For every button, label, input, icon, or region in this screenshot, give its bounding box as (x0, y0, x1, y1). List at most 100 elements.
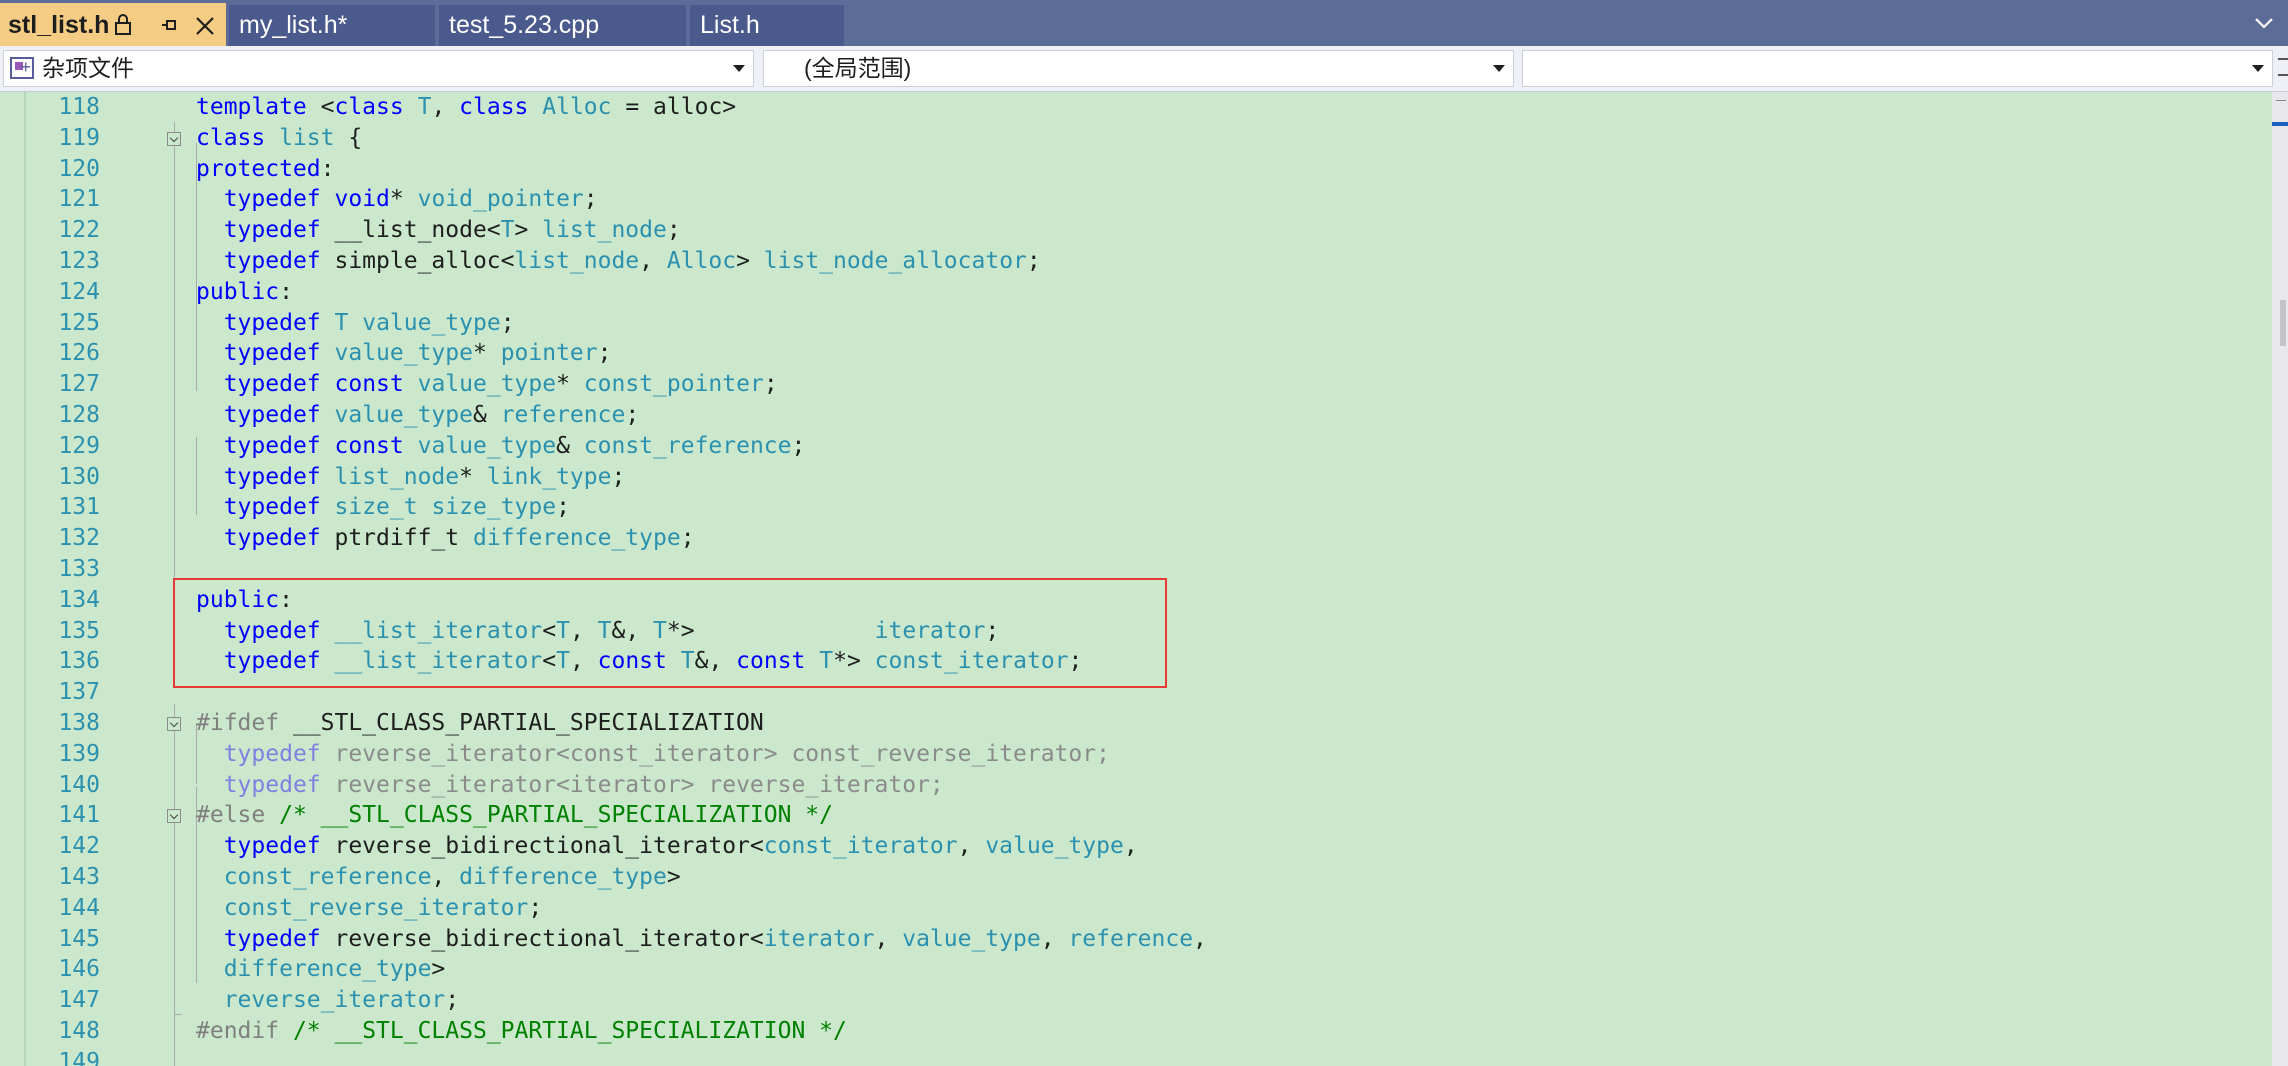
code-text: public: (196, 278, 293, 305)
caret-position-marker (2272, 122, 2288, 126)
collapse-chevron-icon[interactable] (167, 717, 181, 731)
code-line: 124 public: (0, 277, 2270, 308)
line-number: 140 (58, 771, 100, 798)
code-text: difference_type> (223, 956, 446, 983)
line-number: 147 (58, 987, 100, 1014)
tab-label: my_list.h* (239, 11, 348, 39)
scroll-up-marker (2276, 100, 2286, 101)
code-line: 130 typedef list_node* link_type; (0, 462, 2270, 493)
document-tab-strip: stl_list.h my_list.h* test_5.23.cpp List… (0, 0, 2288, 46)
line-number: 145 (58, 925, 100, 952)
code-text: typedef const value_type& const_referenc… (223, 432, 806, 459)
collapse-chevron-icon[interactable] (167, 809, 181, 824)
code-line: 145 typedef reverse_bidirectional_iterat… (0, 924, 2270, 955)
code-text: typedef size_t size_type; (223, 494, 570, 521)
code-line: 129 typedef const value_type& const_refe… (0, 431, 2270, 462)
code-editor[interactable]: 118 template <class T, class Alloc = allo… (0, 92, 2288, 1066)
code-text: typedef reverse_iterator<const_iterator>… (223, 740, 1110, 767)
tab-label: stl_list.h (8, 11, 110, 39)
code-line: 146 difference_type> (0, 954, 2270, 985)
code-line: 128 typedef value_type& reference; (0, 400, 2270, 431)
code-text: typedef T value_type; (223, 309, 515, 336)
code-text: reverse_iterator; (223, 987, 460, 1014)
code-text: typedef reverse_iterator<iterator> rever… (223, 771, 944, 798)
line-number: 130 (58, 463, 100, 490)
dropdown-arrow-icon (2252, 65, 2264, 72)
chevron-down-icon[interactable] (2252, 13, 2276, 33)
line-number: 118 (58, 94, 100, 120)
line-number: 144 (58, 894, 100, 921)
line-number: 149 (58, 1048, 100, 1066)
tab-test-5-23-cpp[interactable]: test_5.23.cpp (439, 5, 686, 46)
line-number: 133 (58, 556, 100, 582)
code-line: 144 const_reverse_iterator; (0, 893, 2270, 924)
code-line: 138 #ifdef __STL_CLASS_PARTIAL_SPECIALIZA… (0, 708, 2270, 739)
code-line: 121 typedef void* void_pointer; (0, 184, 2270, 215)
code-text: typedef value_type* pointer; (223, 340, 612, 367)
line-number: 134 (58, 586, 100, 613)
code-line: 123 typedef simple_alloc<list_node, Allo… (0, 246, 2270, 277)
code-text: typedef reverse_bidirectional_iterator<c… (223, 833, 1138, 860)
code-line: 140 typedef reverse_iterator<iterator> r… (0, 770, 2270, 801)
code-line: 149 (0, 1047, 2270, 1066)
member-dropdown[interactable] (1522, 50, 2273, 87)
line-number: 122 (58, 217, 100, 244)
line-number: 137 (58, 679, 100, 706)
code-line: 142 typedef reverse_bidirectional_iterat… (0, 831, 2270, 862)
line-number: 124 (58, 278, 100, 305)
code-line: 139 typedef reverse_iterator<const_itera… (0, 739, 2270, 770)
code-line: 148 #endif /* __STL_CLASS_PARTIAL_SPECIAL… (0, 1016, 2270, 1047)
line-number: 138 (58, 710, 100, 736)
line-number: 127 (58, 371, 100, 398)
line-number: 136 (58, 648, 100, 675)
vertical-scrollbar[interactable] (2272, 92, 2288, 1066)
code-text: typedef list_node* link_type; (223, 463, 626, 490)
dropdown-arrow-icon (1493, 65, 1505, 72)
code-line: 122 typedef __list_node<T> list_node; (0, 215, 2270, 246)
line-number: 123 (58, 248, 100, 274)
code-line: 141 #else /* __STL_CLASS_PARTIAL_SPECIALI… (0, 800, 2270, 831)
project-dropdown-value: 杂项文件 (42, 55, 134, 81)
tab-label: List.h (700, 11, 760, 39)
code-line: 127 typedef const value_type* const_poin… (0, 369, 2270, 400)
scope-dropdown-value: (全局范围) (804, 55, 912, 81)
code-text: protected: (196, 155, 335, 182)
code-text: #endif /* __STL_CLASS_PARTIAL_SPECIALIZA… (196, 1018, 847, 1044)
project-dropdown[interactable]: 杂项文件 (3, 50, 754, 87)
line-number: 135 (58, 617, 100, 644)
scope-dropdown[interactable]: (全局范围) (763, 50, 1514, 87)
code-line: 147 reverse_iterator; (0, 985, 2270, 1016)
code-text: typedef const value_type* const_pointer; (223, 371, 778, 398)
code-text: const_reverse_iterator; (223, 894, 543, 921)
code-line: 131 typedef size_t size_type; (0, 492, 2270, 523)
line-number: 128 (58, 402, 100, 428)
line-number: 143 (58, 864, 100, 890)
code-text: class list { (196, 124, 363, 151)
annotation-highlight-box (173, 578, 1167, 688)
code-line: 143 const_reference, difference_type> (0, 862, 2270, 893)
code-line: 119 class list { (0, 123, 2270, 154)
line-number: 132 (58, 525, 100, 552)
line-number: 142 (58, 833, 100, 860)
code-line: 126 typedef value_type* pointer; (0, 338, 2270, 369)
tab-list-h[interactable]: List.h (690, 5, 844, 46)
tab-my-list-h[interactable]: my_list.h* (229, 5, 435, 46)
code-text: typedef __list_node<T> list_node; (223, 217, 681, 244)
scrollbar-thumb[interactable] (2280, 300, 2286, 346)
line-number: 129 (58, 432, 100, 459)
code-text: typedef simple_alloc<list_node, Alloc> l… (223, 248, 1041, 274)
code-line: 132 typedef ptrdiff_t difference_type; (0, 523, 2270, 554)
tab-label: test_5.23.cpp (449, 11, 600, 39)
line-number: 148 (58, 1018, 100, 1044)
split-window-icon[interactable] (2278, 58, 2288, 76)
tab-stl-list-h[interactable]: stl_list.h (0, 3, 226, 46)
line-number: 125 (58, 309, 100, 336)
line-number: 131 (58, 494, 100, 521)
code-text: typedef reverse_bidirectional_iterator<i… (223, 925, 1207, 952)
line-number: 121 (58, 186, 100, 213)
code-text: typedef ptrdiff_t difference_type; (223, 525, 695, 552)
line-number: 141 (58, 802, 100, 829)
dropdown-arrow-icon (733, 65, 745, 72)
collapse-chevron-icon[interactable] (167, 131, 181, 146)
misc-files-project-icon (10, 50, 34, 85)
